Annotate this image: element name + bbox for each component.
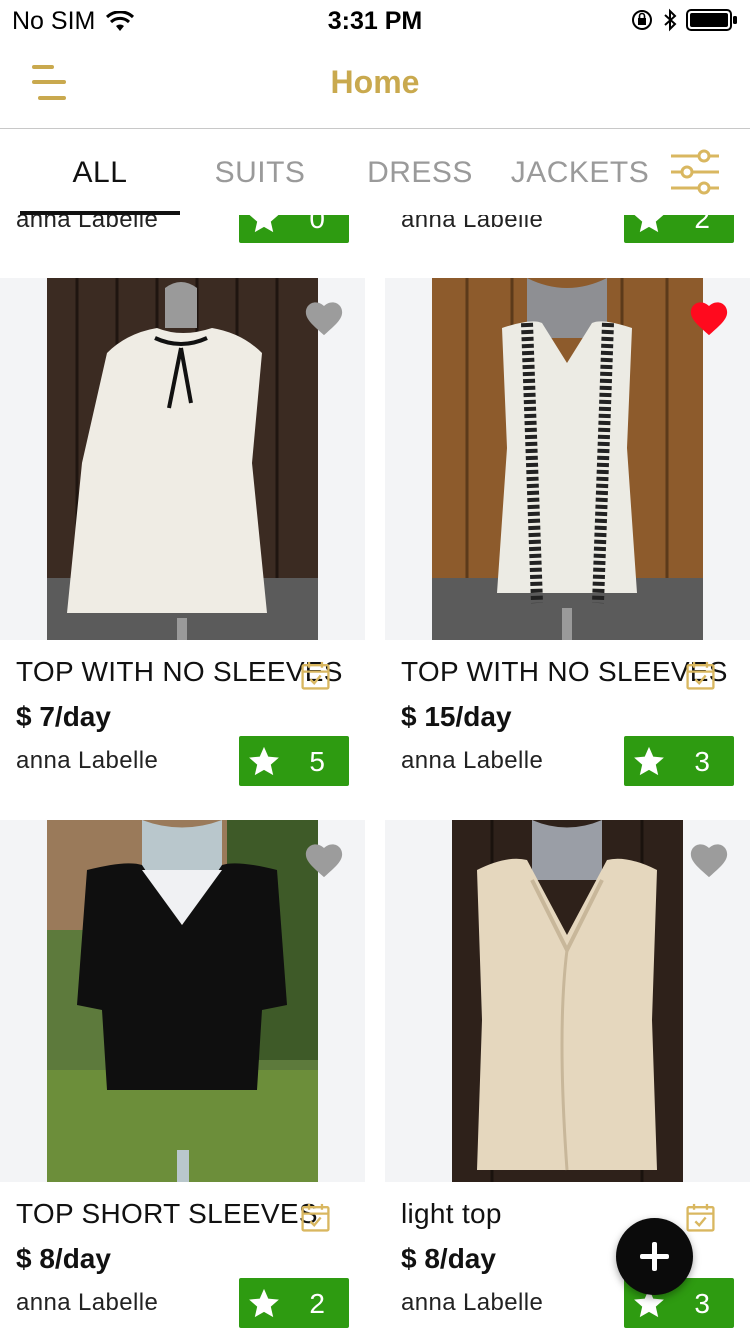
product-title: TOP WITH NO SLEEVES xyxy=(16,656,343,687)
product-title: light top xyxy=(401,1198,502,1229)
rating-badge: 5 xyxy=(239,736,349,786)
star-icon xyxy=(634,746,664,776)
product-image-area[interactable] xyxy=(385,278,750,640)
heart-icon[interactable] xyxy=(688,298,730,336)
star-icon xyxy=(249,1288,279,1318)
product-owner: anna Labelle xyxy=(16,747,159,774)
plus-icon-vertical xyxy=(652,1242,657,1271)
rating-count: 3 xyxy=(694,746,710,777)
page-title: Home xyxy=(330,64,420,100)
status-bar: No SIM 3:31 PM xyxy=(0,0,750,40)
calendar-check-icon[interactable] xyxy=(300,660,331,691)
product-owner: anna Labelle xyxy=(401,1289,544,1316)
tab-dress[interactable]: DRESS xyxy=(340,156,500,190)
product-title: TOP WITH NO SLEEVES xyxy=(401,656,728,687)
product-photo-art xyxy=(452,820,683,1182)
product-photo[interactable] xyxy=(452,820,683,1182)
rating-badge: 3 xyxy=(624,736,734,786)
product-photo-art xyxy=(47,278,318,640)
product-price: $ 7/day xyxy=(16,701,111,732)
category-tabs: ALL SUITS DRESS JACKETS xyxy=(0,130,750,215)
product-image-area[interactable] xyxy=(0,278,365,640)
navigation-bar: Home xyxy=(0,40,750,129)
star-icon xyxy=(249,746,279,776)
product-price: $ 15/day xyxy=(401,701,512,732)
heart-icon[interactable] xyxy=(303,840,345,878)
product-title: TOP SHORT SLEEVES xyxy=(16,1198,318,1229)
orientation-lock-icon xyxy=(632,10,652,30)
battery-icon xyxy=(686,9,737,31)
rating-count: 5 xyxy=(309,746,325,777)
rating-count: 2 xyxy=(309,1288,325,1319)
tab-suits[interactable]: SUITS xyxy=(180,156,340,190)
product-image-area[interactable] xyxy=(385,820,750,1182)
calendar-check-icon[interactable] xyxy=(685,1202,716,1233)
rating-badge: 2 xyxy=(239,1278,349,1328)
filter-sliders-icon[interactable] xyxy=(668,148,722,196)
home-screen: anna Labelle 0 anna Labelle 2 TOP WITH N… xyxy=(0,0,750,1334)
add-item-button[interactable] xyxy=(616,1218,693,1295)
product-price: $ 8/day xyxy=(401,1243,496,1274)
calendar-check-icon[interactable] xyxy=(300,1202,331,1233)
status-right xyxy=(630,8,738,32)
tab-jackets[interactable]: JACKETS xyxy=(500,156,660,190)
heart-icon[interactable] xyxy=(303,298,345,336)
product-owner: anna Labelle xyxy=(16,1289,159,1316)
product-photo[interactable] xyxy=(47,278,318,640)
product-image-area[interactable] xyxy=(0,820,365,1182)
rating-count: 3 xyxy=(694,1288,710,1319)
product-owner: anna Labelle xyxy=(401,747,544,774)
product-photo-art xyxy=(432,278,703,640)
heart-icon[interactable] xyxy=(688,840,730,878)
calendar-check-icon[interactable] xyxy=(685,660,716,691)
active-tab-indicator xyxy=(20,211,180,215)
product-photo[interactable] xyxy=(47,820,318,1182)
tab-all[interactable]: ALL xyxy=(20,156,180,190)
product-photo[interactable] xyxy=(432,278,703,640)
product-price: $ 8/day xyxy=(16,1243,111,1274)
bluetooth-icon xyxy=(664,8,677,32)
product-photo-art xyxy=(47,820,318,1182)
